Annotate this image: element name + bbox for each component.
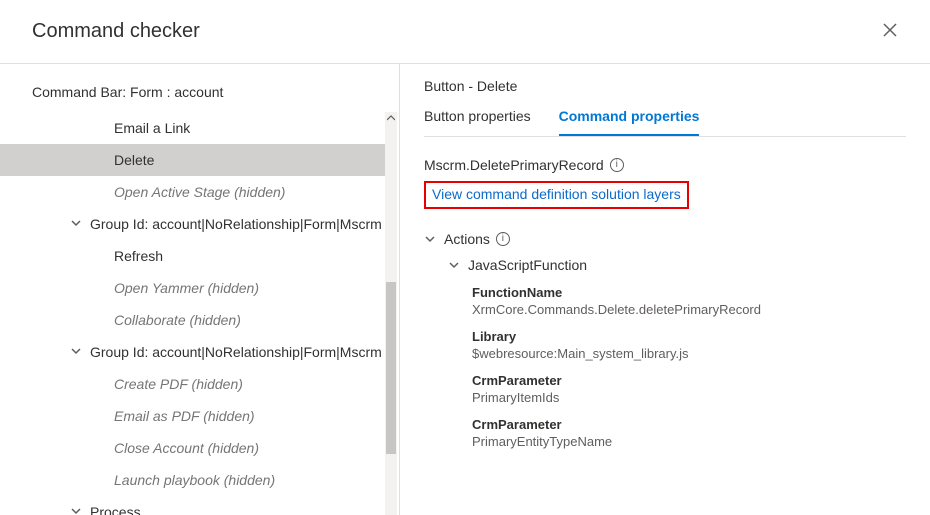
tree-command-item[interactable]: Close Account (hidden) [0, 432, 385, 464]
tree-item-label: Launch playbook (hidden) [114, 472, 275, 488]
tree-item-label: Refresh [114, 248, 163, 264]
actions-label: Actions [444, 231, 490, 247]
right-panel: Button - Delete Button properties Comman… [400, 64, 930, 515]
command-name: Mscrm.DeletePrimaryRecord [424, 157, 604, 173]
left-panel: Command Bar: Form : account Email a Link… [0, 64, 400, 515]
field-label: FunctionName [472, 285, 906, 300]
info-icon[interactable]: i [496, 232, 510, 246]
tree-command-item[interactable]: Email as PDF (hidden) [0, 400, 385, 432]
tree-item-label: Create PDF (hidden) [114, 376, 243, 392]
solution-layers-link-wrap: View command definition solution layers [424, 181, 689, 209]
tree-item-label: Open Yammer (hidden) [114, 280, 259, 296]
chevron-down-icon [70, 216, 84, 232]
field-value: XrmCore.Commands.Delete.deletePrimaryRec… [472, 302, 906, 317]
tree-item-label: Email a Link [114, 120, 190, 136]
tree-container: Email a Link Delete Open Active Stage (hid… [0, 112, 399, 515]
tree-scrollbar[interactable] [385, 112, 397, 515]
tree-command-item[interactable]: Create PDF (hidden) [0, 368, 385, 400]
highlight-box: View command definition solution layers [424, 181, 689, 209]
tab-bar: Button properties Command properties [424, 108, 906, 137]
dialog-body: Command Bar: Form : account Email a Link… [0, 64, 930, 515]
chevron-down-icon [448, 259, 462, 271]
tree-command-item[interactable]: Open Yammer (hidden) [0, 272, 385, 304]
tree-command-item[interactable]: Delete [0, 144, 385, 176]
tab-command-properties[interactable]: Command properties [559, 108, 700, 136]
chevron-down-icon [70, 344, 84, 360]
tree-item-label: Open Active Stage (hidden) [114, 184, 285, 200]
actions-section-header[interactable]: Actions i [424, 231, 906, 247]
close-icon[interactable] [878, 18, 902, 45]
fields-container: FunctionName XrmCore.Commands.Delete.dele… [424, 285, 906, 449]
chevron-down-icon [70, 504, 84, 515]
tab-button-properties[interactable]: Button properties [424, 108, 531, 136]
command-properties-panel: Mscrm.DeletePrimaryRecord i View command… [424, 137, 906, 515]
button-detail-title: Button - Delete [424, 78, 906, 108]
tree-command-item[interactable]: Open Active Stage (hidden) [0, 176, 385, 208]
tree-item-label: Collaborate (hidden) [114, 312, 241, 328]
field-block: CrmParameter PrimaryItemIds [424, 373, 906, 405]
tree-group-label: Group Id: account|NoRelationship|Form|Ms… [90, 216, 382, 232]
command-tree: Email a Link Delete Open Active Stage (hid… [0, 112, 385, 515]
tree-group[interactable]: Group Id: account|NoRelationship|Form|Ms… [0, 336, 385, 368]
scroll-thumb[interactable] [386, 282, 396, 454]
tree-command-item[interactable]: Email a Link [0, 112, 385, 144]
tree-command-item[interactable]: Collaborate (hidden) [0, 304, 385, 336]
info-icon[interactable]: i [610, 158, 624, 172]
view-solution-layers-link[interactable]: View command definition solution layers [432, 186, 681, 202]
tree-item-label: Close Account (hidden) [114, 440, 259, 456]
command-bar-title: Command Bar: Form : account [0, 78, 399, 112]
dialog-title: Command checker [32, 20, 200, 43]
tree-group-label: Group Id: account|NoRelationship|Form|Ms… [90, 344, 382, 360]
tree-item-label: Email as PDF (hidden) [114, 408, 255, 424]
command-name-row: Mscrm.DeletePrimaryRecord i [424, 157, 906, 173]
tree-item-label: Delete [114, 152, 154, 168]
field-value: $webresource:Main_system_library.js [472, 346, 906, 361]
tree-group[interactable]: Process [0, 496, 385, 515]
tree-group[interactable]: Group Id: account|NoRelationship|Form|Ms… [0, 208, 385, 240]
scroll-track[interactable] [385, 124, 397, 515]
field-block: CrmParameter PrimaryEntityTypeName [424, 417, 906, 449]
field-value: PrimaryItemIds [472, 390, 906, 405]
tree-command-item[interactable]: Refresh [0, 240, 385, 272]
field-label: CrmParameter [472, 373, 906, 388]
field-block: Library $webresource:Main_system_library.… [424, 329, 906, 361]
tree-group-label: Process [90, 504, 141, 515]
field-label: CrmParameter [472, 417, 906, 432]
jsfunction-header[interactable]: JavaScriptFunction [424, 257, 906, 273]
field-value: PrimaryEntityTypeName [472, 434, 906, 449]
scroll-up-icon[interactable] [385, 112, 397, 124]
tree-command-item[interactable]: Launch playbook (hidden) [0, 464, 385, 496]
jsfunction-label: JavaScriptFunction [468, 257, 587, 273]
chevron-down-icon [424, 233, 438, 245]
dialog-header: Command checker [0, 0, 930, 64]
field-label: Library [472, 329, 906, 344]
field-block: FunctionName XrmCore.Commands.Delete.dele… [424, 285, 906, 317]
